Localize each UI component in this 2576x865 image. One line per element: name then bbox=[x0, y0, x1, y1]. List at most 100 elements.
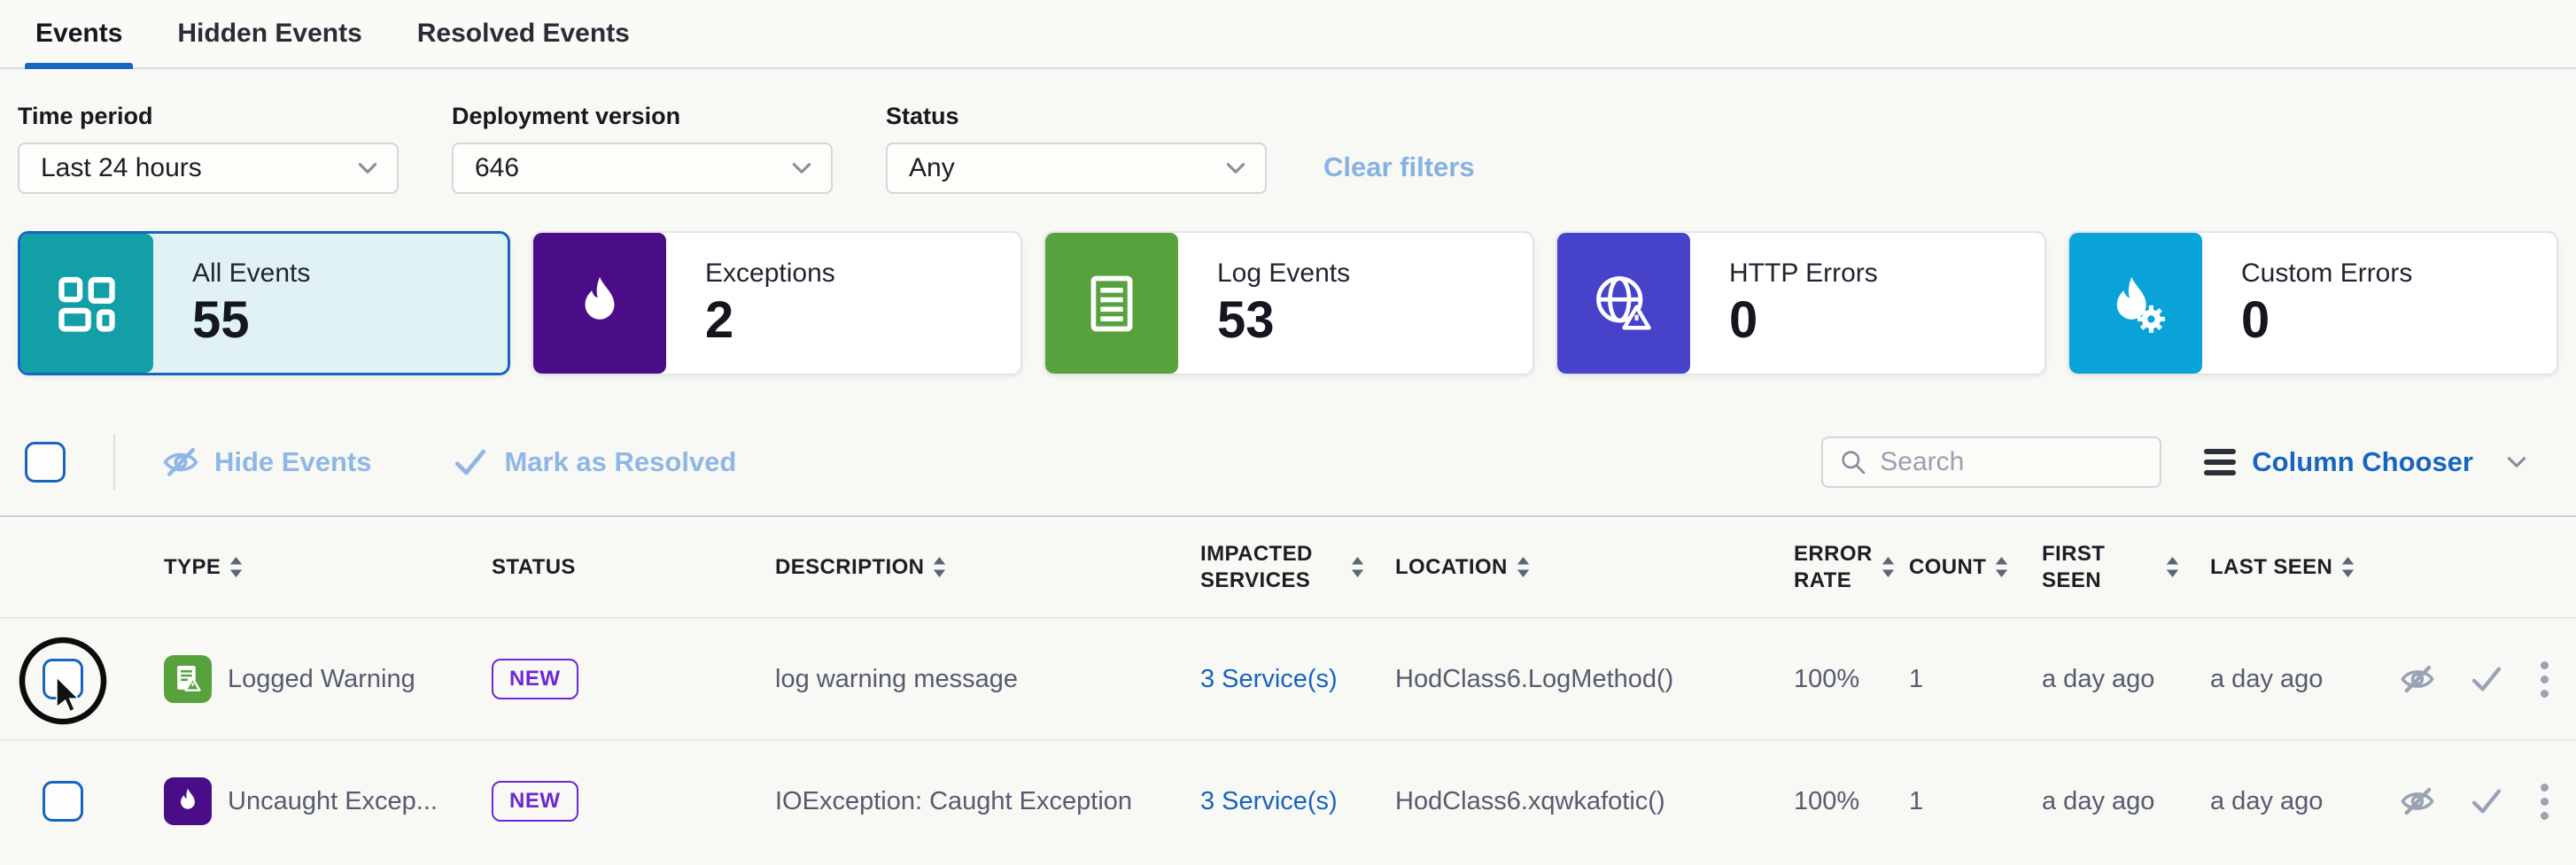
select-all-checkbox[interactable] bbox=[25, 442, 66, 483]
cell-description: log warning message bbox=[744, 665, 1169, 694]
status-badge: NEW bbox=[492, 659, 578, 699]
sort-icon[interactable] bbox=[1517, 557, 1530, 577]
flame-icon bbox=[533, 233, 666, 374]
more-options-icon[interactable] bbox=[2537, 658, 2552, 701]
column-header-status[interactable]: STATUS bbox=[461, 554, 744, 581]
row-checkbox[interactable] bbox=[43, 659, 83, 699]
card-label: Log Events bbox=[1217, 259, 1350, 289]
search-icon bbox=[1839, 448, 1867, 476]
deployment-version-select[interactable]: 646 bbox=[452, 143, 833, 194]
dashboard-icon bbox=[20, 234, 153, 373]
cell-location: HodClass6.xqwkafotic() bbox=[1364, 787, 1763, 816]
time-period-select[interactable]: Last 24 hours bbox=[18, 143, 399, 194]
search-box bbox=[1821, 436, 2161, 488]
column-header-location[interactable]: LOCATION bbox=[1364, 554, 1763, 581]
time-period-filter: Time period Last 24 hours bbox=[18, 103, 399, 194]
resolve-icon[interactable] bbox=[2468, 783, 2505, 820]
eye-slash-icon bbox=[161, 443, 200, 482]
row-checkbox[interactable] bbox=[43, 781, 83, 822]
toolbar-divider bbox=[113, 434, 115, 490]
hide-events-button[interactable]: Hide Events bbox=[161, 443, 371, 482]
cell-actions bbox=[2356, 780, 2558, 823]
card-count: 0 bbox=[1729, 294, 1878, 348]
column-header-last-seen[interactable]: LAST SEEN bbox=[2179, 554, 2356, 581]
column-header-error-rate[interactable]: ERROR RATE bbox=[1763, 541, 1878, 594]
more-options-icon[interactable] bbox=[2537, 780, 2552, 823]
status-badge: NEW bbox=[492, 781, 578, 822]
table-row[interactable]: Logged Warning NEW log warning message 3… bbox=[0, 617, 2576, 739]
cell-type: Uncaught Excep... bbox=[133, 777, 461, 825]
column-header-type[interactable]: TYPE bbox=[133, 554, 461, 581]
cell-type: Logged Warning bbox=[133, 655, 461, 703]
time-period-value: Last 24 hours bbox=[41, 153, 202, 183]
card-label: All Events bbox=[192, 259, 310, 289]
clear-filters-button[interactable]: Clear filters bbox=[1323, 151, 1475, 194]
status-label: Status bbox=[886, 103, 1267, 130]
table-toolbar: Hide Events Mark as Resolved Column Choo… bbox=[0, 375, 2576, 490]
tab-resolved-events[interactable]: Resolved Events bbox=[407, 0, 640, 67]
filter-bar: Time period Last 24 hours Deployment ver… bbox=[0, 69, 2576, 194]
chevron-down-icon bbox=[2507, 456, 2526, 468]
deployment-version-label: Deployment version bbox=[452, 103, 833, 130]
globe-error-icon bbox=[1557, 233, 1690, 374]
sort-icon[interactable] bbox=[933, 557, 946, 577]
sort-icon[interactable] bbox=[1351, 557, 1364, 577]
sort-icon[interactable] bbox=[2341, 557, 2355, 577]
card-label: Custom Errors bbox=[2241, 259, 2412, 289]
hamburger-icon bbox=[2204, 449, 2236, 475]
chevron-down-icon bbox=[792, 162, 811, 174]
tab-events[interactable]: Events bbox=[25, 0, 133, 67]
time-period-label: Time period bbox=[18, 103, 399, 130]
cell-last-seen: a day ago bbox=[2179, 787, 2356, 816]
cell-status: NEW bbox=[461, 781, 744, 822]
column-chooser-button[interactable]: Column Chooser bbox=[2204, 446, 2526, 478]
column-header-impacted-services[interactable]: IMPACTED SERVICES bbox=[1169, 541, 1364, 594]
status-select[interactable]: Any bbox=[886, 143, 1267, 194]
card-log-events[interactable]: Log Events 53 bbox=[1044, 231, 1534, 375]
cell-location: HodClass6.LogMethod() bbox=[1364, 665, 1763, 694]
card-label: Exceptions bbox=[705, 259, 835, 289]
cell-count: 1 bbox=[1878, 787, 2011, 816]
card-all-events[interactable]: All Events 55 bbox=[18, 231, 510, 375]
search-input[interactable] bbox=[1880, 447, 2144, 477]
impacted-services-link[interactable]: 3 Service(s) bbox=[1200, 665, 1338, 694]
card-custom-errors[interactable]: Custom Errors 0 bbox=[2068, 231, 2558, 375]
cell-last-seen: a day ago bbox=[2179, 665, 2356, 694]
sort-icon[interactable] bbox=[2166, 557, 2179, 577]
card-label: HTTP Errors bbox=[1729, 259, 1878, 289]
sort-icon[interactable] bbox=[229, 557, 243, 577]
exception-flame-icon bbox=[164, 777, 212, 825]
chevron-down-icon bbox=[1226, 162, 1245, 174]
table-row[interactable]: Uncaught Excep... NEW IOException: Caugh… bbox=[0, 739, 2576, 861]
cell-actions bbox=[2356, 658, 2558, 701]
hide-event-icon[interactable] bbox=[2399, 660, 2436, 698]
cell-error-rate: 100% bbox=[1763, 665, 1878, 694]
card-count: 55 bbox=[192, 294, 310, 348]
hide-event-icon[interactable] bbox=[2399, 783, 2436, 820]
card-count: 2 bbox=[705, 294, 835, 348]
log-warning-icon bbox=[164, 655, 212, 703]
events-table: TYPE STATUS DESCRIPTION IMPACTED SERVICE… bbox=[0, 515, 2576, 861]
column-header-count[interactable]: COUNT bbox=[1878, 554, 2011, 581]
cell-description: IOException: Caught Exception bbox=[744, 787, 1169, 816]
summary-cards: All Events 55 Exceptions 2 Log Events bbox=[0, 194, 2576, 375]
cell-status: NEW bbox=[461, 659, 744, 699]
card-exceptions[interactable]: Exceptions 2 bbox=[531, 231, 1022, 375]
column-header-description[interactable]: DESCRIPTION bbox=[744, 554, 1169, 581]
mark-as-resolved-button[interactable]: Mark as Resolved bbox=[451, 443, 736, 482]
table-header-row: TYPE STATUS DESCRIPTION IMPACTED SERVICE… bbox=[0, 515, 2576, 617]
check-icon bbox=[451, 443, 490, 482]
cell-error-rate: 100% bbox=[1763, 787, 1878, 816]
impacted-services-link[interactable]: 3 Service(s) bbox=[1200, 787, 1338, 816]
status-filter: Status Any bbox=[886, 103, 1267, 194]
status-value: Any bbox=[909, 153, 955, 183]
tab-bar: Events Hidden Events Resolved Events bbox=[0, 0, 2576, 69]
resolve-icon[interactable] bbox=[2468, 660, 2505, 698]
column-header-first-seen[interactable]: FIRST SEEN bbox=[2011, 541, 2179, 594]
sort-icon[interactable] bbox=[1995, 557, 2008, 577]
flame-gear-icon bbox=[2069, 233, 2202, 374]
tab-hidden-events[interactable]: Hidden Events bbox=[167, 0, 372, 67]
deployment-version-filter: Deployment version 646 bbox=[452, 103, 833, 194]
card-http-errors[interactable]: HTTP Errors 0 bbox=[1556, 231, 2046, 375]
card-count: 0 bbox=[2241, 294, 2412, 348]
